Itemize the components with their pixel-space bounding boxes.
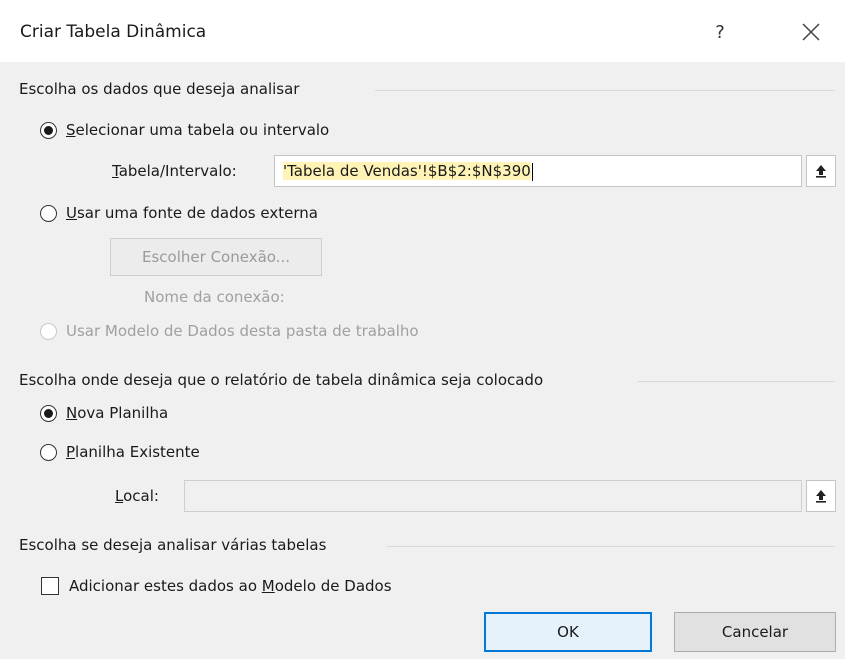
section-divider [375, 90, 835, 91]
radio-existing-sheet[interactable]: Planilha Existente [40, 443, 200, 461]
dialog-title: Criar Tabela Dinâmica [20, 22, 207, 42]
range-collapse-button[interactable] [806, 155, 836, 187]
create-pivot-table-dialog: Criar Tabela Dinâmica ? Escolha os dados… [0, 0, 845, 659]
close-icon [802, 23, 820, 41]
radio-label: Nova Planilha [66, 404, 169, 422]
choose-connection-button[interactable]: Escolher Conexão... [110, 238, 322, 276]
collapse-dialog-icon [816, 490, 826, 503]
checkbox-label: Adicionar estes dados ao Modelo de Dados [69, 577, 392, 595]
local-label: Local: [115, 487, 159, 505]
section-header-location: Escolha onde deseja que o relatório de t… [19, 371, 544, 389]
radio-label: Usar Modelo de Dados desta pasta de trab… [66, 322, 419, 340]
radio-button-checked[interactable] [40, 404, 57, 422]
local-collapse-button[interactable] [806, 480, 836, 512]
help-icon: ? [715, 22, 725, 43]
table-range-input[interactable]: 'Tabela de Vendas'!$B$2:$N$390 [274, 155, 802, 187]
add-to-data-model-checkbox-row[interactable]: Adicionar estes dados ao Modelo de Dados [41, 577, 392, 595]
radio-label: Usar uma fonte de dados externa [66, 204, 318, 222]
section-divider [638, 381, 835, 382]
radio-external-source[interactable]: Usar uma fonte de dados externa [40, 204, 318, 222]
section-divider [387, 546, 835, 547]
checkbox[interactable] [41, 577, 59, 595]
radio-label: Selecionar uma tabela ou intervalo [66, 121, 330, 139]
help-button[interactable]: ? [700, 18, 740, 48]
close-button[interactable] [788, 14, 834, 50]
radio-button[interactable] [40, 443, 57, 461]
radio-new-sheet[interactable]: Nova Planilha [40, 404, 168, 422]
title-bar: Criar Tabela Dinâmica ? [0, 0, 845, 62]
radio-button-checked[interactable] [40, 121, 57, 139]
range-label: Tabela/Intervalo: [112, 162, 237, 180]
radio-select-table-range[interactable]: Selecionar uma tabela ou intervalo [40, 121, 329, 139]
radio-button[interactable] [40, 204, 57, 222]
range-value: 'Tabela de Vendas'!$B$2:$N$390 [283, 162, 533, 181]
radio-use-data-model[interactable]: Usar Modelo de Dados desta pasta de trab… [40, 322, 419, 340]
local-input[interactable] [184, 480, 802, 512]
cancel-button[interactable]: Cancelar [674, 612, 836, 652]
connection-name-label: Nome da conexão: [144, 288, 285, 306]
collapse-dialog-icon [816, 165, 826, 178]
section-header-multiple-tables: Escolha se deseja analisar várias tabela… [19, 536, 327, 554]
radio-label: Planilha Existente [66, 443, 200, 461]
ok-button[interactable]: OK [484, 612, 652, 652]
radio-button-disabled[interactable] [40, 322, 57, 340]
section-header-data: Escolha os dados que deseja analisar [19, 80, 300, 98]
